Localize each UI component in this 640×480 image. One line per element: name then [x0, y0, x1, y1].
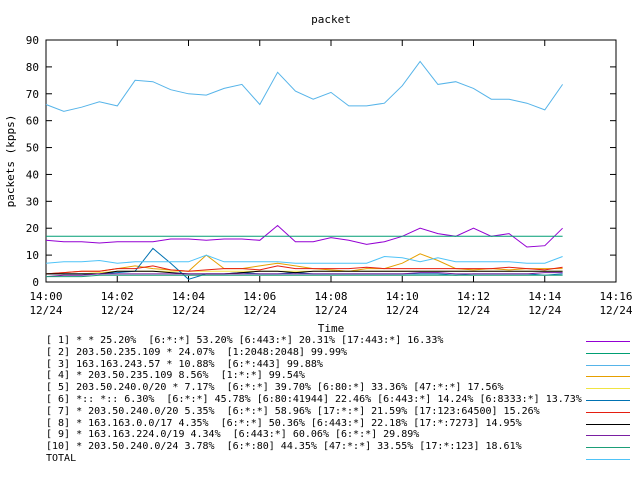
y-tick-label: 30 — [26, 195, 39, 208]
x-tick-label-time: 14:04 — [172, 290, 205, 303]
y-tick-label: 90 — [26, 34, 39, 47]
x-tick-label-time: 14:16 — [599, 290, 632, 303]
x-tick-label-time: 14:02 — [101, 290, 134, 303]
series-line-10 — [46, 274, 563, 278]
x-tick-label-time: 14:08 — [314, 290, 347, 303]
x-tick-label-time: 14:06 — [243, 290, 276, 303]
x-tick-label-date: 12/24 — [314, 304, 347, 317]
y-tick-label: 0 — [32, 276, 39, 289]
chart-title: packet — [311, 13, 351, 26]
x-tick-label-time: 14:14 — [528, 290, 561, 303]
packet-chart: packet packets (kpps) Time 0 10 20 30 40 50 60… — [4, 13, 633, 335]
x-tick-label-date: 12/24 — [599, 304, 632, 317]
x-tick-label-time: 14:12 — [457, 290, 490, 303]
y-axis-ticks: 0 10 20 30 40 50 60 70 80 90 — [26, 34, 616, 289]
y-tick-label: 20 — [26, 222, 39, 235]
series-line-11 — [45, 254, 563, 264]
y-tick-label: 60 — [26, 115, 39, 128]
x-tick-label-date: 12/24 — [243, 304, 276, 317]
x-tick-label-time: 14:00 — [29, 290, 62, 303]
y-tick-label: 70 — [26, 88, 39, 101]
plot-frame — [45, 39, 617, 283]
y-tick-label: 80 — [26, 61, 39, 74]
x-tick-label-date: 12/24 — [386, 304, 419, 317]
x-tick-label-date: 12/24 — [457, 304, 490, 317]
y-axis-label: packets (kpps) — [4, 115, 17, 208]
x-tick-label-date: 12/24 — [172, 304, 205, 317]
y-tick-label: 50 — [26, 142, 39, 155]
x-tick-label-date: 12/24 — [528, 304, 561, 317]
x-tick-label-time: 14:10 — [386, 290, 419, 303]
x-axis-label: Time — [318, 322, 345, 335]
series-lines — [45, 60, 564, 280]
x-tick-label-date: 12/24 — [101, 304, 134, 317]
series-line-6 — [46, 247, 563, 280]
y-tick-label: 40 — [26, 168, 39, 181]
y-tick-label: 10 — [26, 249, 39, 262]
series-line-3 — [45, 60, 564, 112]
x-tick-label-date: 12/24 — [29, 304, 62, 317]
